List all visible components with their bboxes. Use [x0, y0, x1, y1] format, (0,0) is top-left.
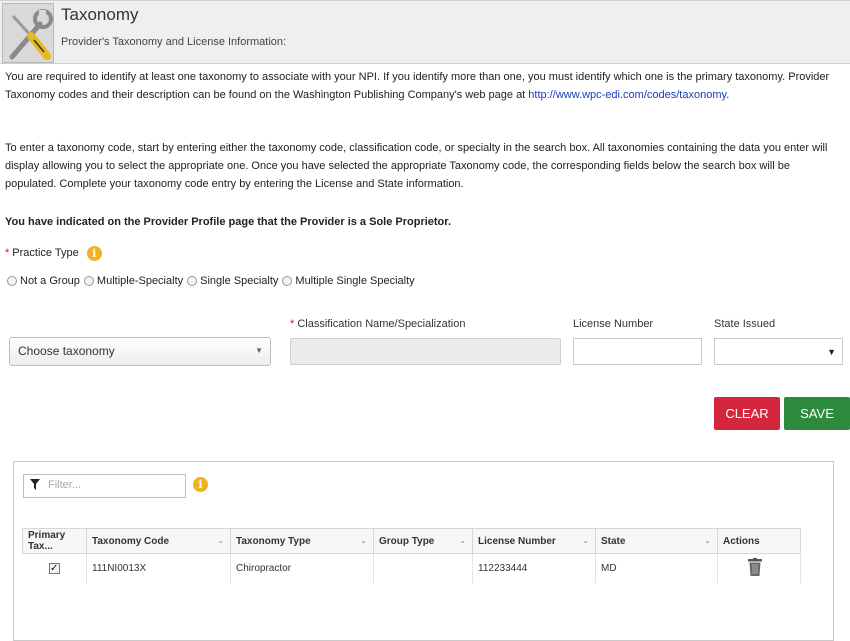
chevron-down-icon: ⌄: [459, 536, 466, 545]
intro-paragraph-2: To enter a taxonomy code, start by enter…: [5, 142, 828, 190]
required-mark: *: [5, 247, 10, 259]
taxonomy-link[interactable]: http://www.wpc-edi.com/codes/taxonomy: [528, 89, 726, 101]
column-header-label: Taxonomy Code: [92, 535, 170, 547]
radio-single-specialty[interactable]: Single Specialty: [185, 275, 278, 287]
radio-label: Single Specialty: [200, 275, 279, 287]
intro-paragraph-1: You are required to identify at least on…: [5, 68, 835, 104]
radio-label: Multiple-Specialty: [96, 275, 184, 287]
license-number-input[interactable]: [573, 338, 702, 365]
chevron-down-icon: ⌄: [217, 536, 224, 545]
radio-multiple-specialty[interactable]: Multiple-Specialty: [82, 275, 183, 287]
column-header-license-number[interactable]: License Number ⌄: [472, 528, 596, 554]
page-subtitle: Provider's Taxonomy and License Informat…: [61, 36, 287, 48]
classification-field: [290, 338, 561, 365]
taxonomy-table: Primary Tax... Taxonomy Code ⌄ Taxonomy T…: [22, 528, 801, 583]
caret-down-icon: ▼: [827, 347, 836, 357]
classification-label: * Classification Name/Specialization: [290, 318, 465, 330]
radio-icon[interactable]: [7, 276, 17, 286]
table-row[interactable]: ✓ 111NI0013X Chiropractor 112233444 MD: [22, 553, 801, 583]
taxonomy-select-value: Choose taxonomy: [18, 344, 115, 358]
column-header-state[interactable]: State ⌄: [595, 528, 718, 554]
column-header-taxonomy-code[interactable]: Taxonomy Code ⌄: [86, 528, 231, 554]
clear-button[interactable]: CLEAR: [714, 397, 780, 430]
primary-checkbox[interactable]: ✓: [48, 562, 60, 574]
info-icon[interactable]: i: [86, 245, 102, 261]
radio-icon[interactable]: [83, 276, 94, 286]
column-header-label: Group Type: [379, 535, 435, 547]
radio-icon[interactable]: [282, 276, 293, 286]
practice-type-options: Not a Group Multiple-Specialty Single Sp…: [5, 275, 417, 287]
sole-proprietor-notice: You have indicated on the Provider Profi…: [5, 216, 452, 228]
page-header: Taxonomy Provider's Taxonomy and License…: [0, 0, 850, 64]
filter-placeholder: Filter...: [48, 479, 82, 491]
actions-cell: [717, 553, 801, 583]
chevron-down-icon: ⌄: [704, 536, 711, 545]
chevron-down-icon: ⌄: [360, 536, 367, 545]
page-title: Taxonomy: [61, 5, 139, 24]
filter-icon: [30, 479, 40, 493]
state-cell: MD: [595, 553, 718, 583]
required-mark: *: [290, 318, 295, 330]
save-button[interactable]: SAVE: [784, 397, 850, 430]
license-label: License Number: [573, 318, 654, 330]
state-label: State Issued: [714, 318, 776, 330]
taxonomy-code-cell: 111NI0013X: [86, 553, 231, 583]
chevron-down-icon: ⌄: [582, 536, 589, 545]
column-header-label: License Number: [478, 535, 556, 547]
practice-type-text: Practice Type: [12, 247, 79, 259]
column-header-label: State: [601, 535, 626, 547]
column-header-actions: Actions: [717, 528, 801, 554]
column-header-primary[interactable]: Primary Tax...: [22, 528, 87, 554]
radio-label: Multiple Single Specialty: [295, 275, 415, 287]
primary-cell: ✓: [22, 553, 87, 583]
radio-label: Not a Group: [20, 275, 80, 287]
column-header-label: Taxonomy Type: [236, 535, 311, 547]
filter-input[interactable]: Filter...: [23, 474, 186, 498]
radio-not-a-group[interactable]: Not a Group: [5, 275, 80, 287]
info-icon[interactable]: i: [193, 477, 208, 492]
taxonomy-type-cell: Chiropractor: [230, 553, 374, 583]
practice-type-label: * Practice Type i: [5, 244, 835, 262]
radio-icon[interactable]: [187, 276, 198, 286]
classification-label-text: Classification Name/Specialization: [297, 318, 466, 330]
group-type-cell: [373, 553, 473, 583]
intro-text-1-end: .: [726, 89, 730, 101]
taxonomy-select[interactable]: Choose taxonomy ▼: [9, 337, 271, 366]
column-header-taxonomy-type[interactable]: Taxonomy Type ⌄: [230, 528, 374, 554]
column-header-group-type[interactable]: Group Type ⌄: [373, 528, 473, 554]
chevron-down-icon: ▼: [255, 346, 263, 355]
table-header-row: Primary Tax... Taxonomy Code ⌄ Taxonomy T…: [22, 528, 801, 554]
radio-multiple-single-specialty[interactable]: Multiple Single Specialty: [280, 275, 415, 287]
license-number-cell: 112233444: [472, 553, 596, 583]
trash-icon[interactable]: [748, 557, 762, 579]
tools-icon: [2, 3, 54, 63]
state-issued-select[interactable]: ▼: [714, 338, 843, 365]
